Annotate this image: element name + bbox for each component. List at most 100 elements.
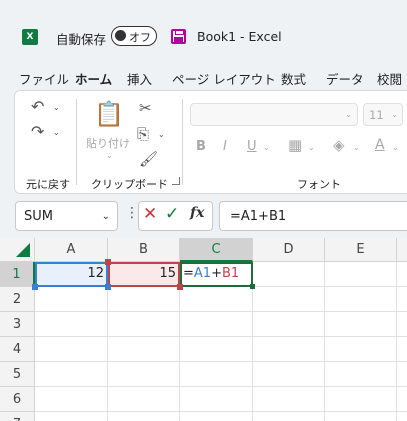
range-handle-a1[interactable] [105, 284, 111, 290]
redo-dropdown-icon[interactable]: ⌄ [53, 128, 60, 137]
fill-color-icon[interactable]: ◈ [333, 137, 345, 153]
formula-input[interactable]: =A1+B1 [219, 201, 407, 231]
font-name-select[interactable]: ⌄ [190, 103, 358, 126]
name-box[interactable]: SUM ⌄ [15, 201, 118, 231]
font-size-select[interactable]: 11 ⌄ [363, 103, 403, 126]
cell-a4[interactable] [35, 337, 108, 362]
bold-button[interactable]: B [196, 139, 206, 155]
range-handle-a1[interactable] [32, 284, 38, 290]
underline-button[interactable]: U [247, 139, 257, 155]
tab-file[interactable]: ファイル [19, 69, 69, 88]
paste-dropdown-icon[interactable]: ⌄ [106, 151, 113, 160]
cell-e7[interactable] [325, 412, 397, 421]
font-color-dropdown-icon[interactable]: ⌄ [392, 143, 399, 152]
cell-b3[interactable] [108, 312, 180, 337]
redo-icon[interactable]: ↷ [31, 124, 44, 140]
cell-d5[interactable] [253, 362, 325, 387]
chevron-down-icon[interactable]: ⌄ [102, 211, 110, 222]
cell-a2[interactable] [35, 287, 108, 312]
column-header-c[interactable]: C [180, 238, 253, 262]
cell-d2[interactable] [253, 287, 325, 312]
cell-b5[interactable] [108, 362, 180, 387]
range-handle-b1[interactable] [105, 259, 111, 265]
insert-function-icon[interactable]: fx [190, 205, 204, 221]
cell-c1[interactable]: =A1+B1 [180, 262, 253, 287]
cell-e4[interactable] [325, 337, 397, 362]
cancel-icon[interactable]: ✕ [143, 204, 157, 224]
row-header-1[interactable]: 1 [0, 262, 35, 287]
cell-e1[interactable] [325, 262, 397, 287]
row-header-5[interactable]: 5 [0, 362, 35, 387]
clipboard-launcher-icon[interactable] [172, 177, 180, 185]
paste-icon[interactable]: 📋 [94, 101, 124, 127]
cell-c4[interactable] [180, 337, 253, 362]
tab-page-layout[interactable]: ページ レイアウト [172, 69, 276, 88]
tab-review[interactable]: 校閲 [377, 69, 402, 88]
cell-d4[interactable] [253, 337, 325, 362]
cell-f4[interactable] [397, 337, 407, 362]
row-header-3[interactable]: 3 [0, 312, 35, 337]
cell-f1[interactable] [397, 262, 407, 287]
cell-a3[interactable] [35, 312, 108, 337]
copy-dropdown-icon[interactable]: ⌄ [158, 130, 165, 139]
cell-c5[interactable] [180, 362, 253, 387]
row-header-6[interactable]: 6 [0, 387, 35, 412]
cell-b4[interactable] [108, 337, 180, 362]
cell-a1[interactable]: 12 [35, 262, 108, 287]
autosave-toggle[interactable]: オフ [111, 26, 157, 46]
cell-f2[interactable] [397, 287, 407, 312]
cell-c2[interactable] [180, 287, 253, 312]
cell-b7[interactable] [108, 412, 180, 421]
cell-c3[interactable] [180, 312, 253, 337]
cell-a5[interactable] [35, 362, 108, 387]
cell-c6[interactable] [180, 387, 253, 412]
underline-dropdown-icon[interactable]: ⌄ [263, 143, 270, 152]
cell-f6[interactable] [397, 387, 407, 412]
paste-label[interactable]: 貼り付け [86, 135, 130, 151]
cell-b2[interactable] [108, 287, 180, 312]
tab-home[interactable]: ホーム [75, 69, 113, 94]
tab-insert[interactable]: 挿入 [127, 69, 152, 88]
column-header-e[interactable]: E [325, 238, 397, 262]
cell-d7[interactable] [253, 412, 325, 421]
row-header-4[interactable]: 4 [0, 337, 35, 362]
column-header-d[interactable]: D [253, 238, 325, 262]
cut-icon[interactable]: ✂ [139, 100, 152, 116]
more-options-icon[interactable]: ⋮ [125, 205, 139, 221]
cell-e5[interactable] [325, 362, 397, 387]
cell-f7[interactable] [397, 412, 407, 421]
cell-f3[interactable] [397, 312, 407, 337]
borders-dropdown-icon[interactable]: ⌄ [308, 143, 315, 152]
select-all-button[interactable] [0, 238, 35, 262]
cell-b1[interactable]: 15 [108, 262, 180, 287]
column-header-b[interactable]: B [108, 238, 180, 262]
cell-d3[interactable] [253, 312, 325, 337]
undo-dropdown-icon[interactable]: ⌄ [53, 103, 60, 112]
cell-e2[interactable] [325, 287, 397, 312]
tab-data[interactable]: データ [326, 69, 364, 88]
tab-formulas[interactable]: 数式 [281, 69, 306, 88]
enter-icon[interactable]: ✓ [165, 204, 179, 224]
cell-e6[interactable] [325, 387, 397, 412]
save-icon[interactable] [171, 29, 186, 44]
font-color-icon[interactable]: A [375, 137, 385, 153]
cell-a7[interactable] [35, 412, 108, 421]
cell-e3[interactable] [325, 312, 397, 337]
format-painter-icon[interactable]: 🖌 [139, 151, 158, 167]
italic-button[interactable]: I [223, 139, 227, 155]
fill-handle[interactable] [250, 284, 255, 289]
cell-d6[interactable] [253, 387, 325, 412]
cell-a6[interactable] [35, 387, 108, 412]
copy-icon[interactable]: ⎘ [137, 126, 149, 142]
column-header-f[interactable] [397, 238, 407, 262]
cell-d1[interactable] [253, 262, 325, 287]
borders-icon[interactable]: ▦ [288, 137, 302, 153]
row-header-2[interactable]: 2 [0, 287, 35, 312]
column-header-a[interactable]: A [35, 238, 108, 262]
cell-c7[interactable] [180, 412, 253, 421]
range-handle-b1[interactable] [177, 284, 183, 290]
cell-b6[interactable] [108, 387, 180, 412]
cell-f5[interactable] [397, 362, 407, 387]
undo-icon[interactable]: ↶ [31, 99, 44, 115]
row-header-7[interactable]: 7 [0, 412, 35, 421]
